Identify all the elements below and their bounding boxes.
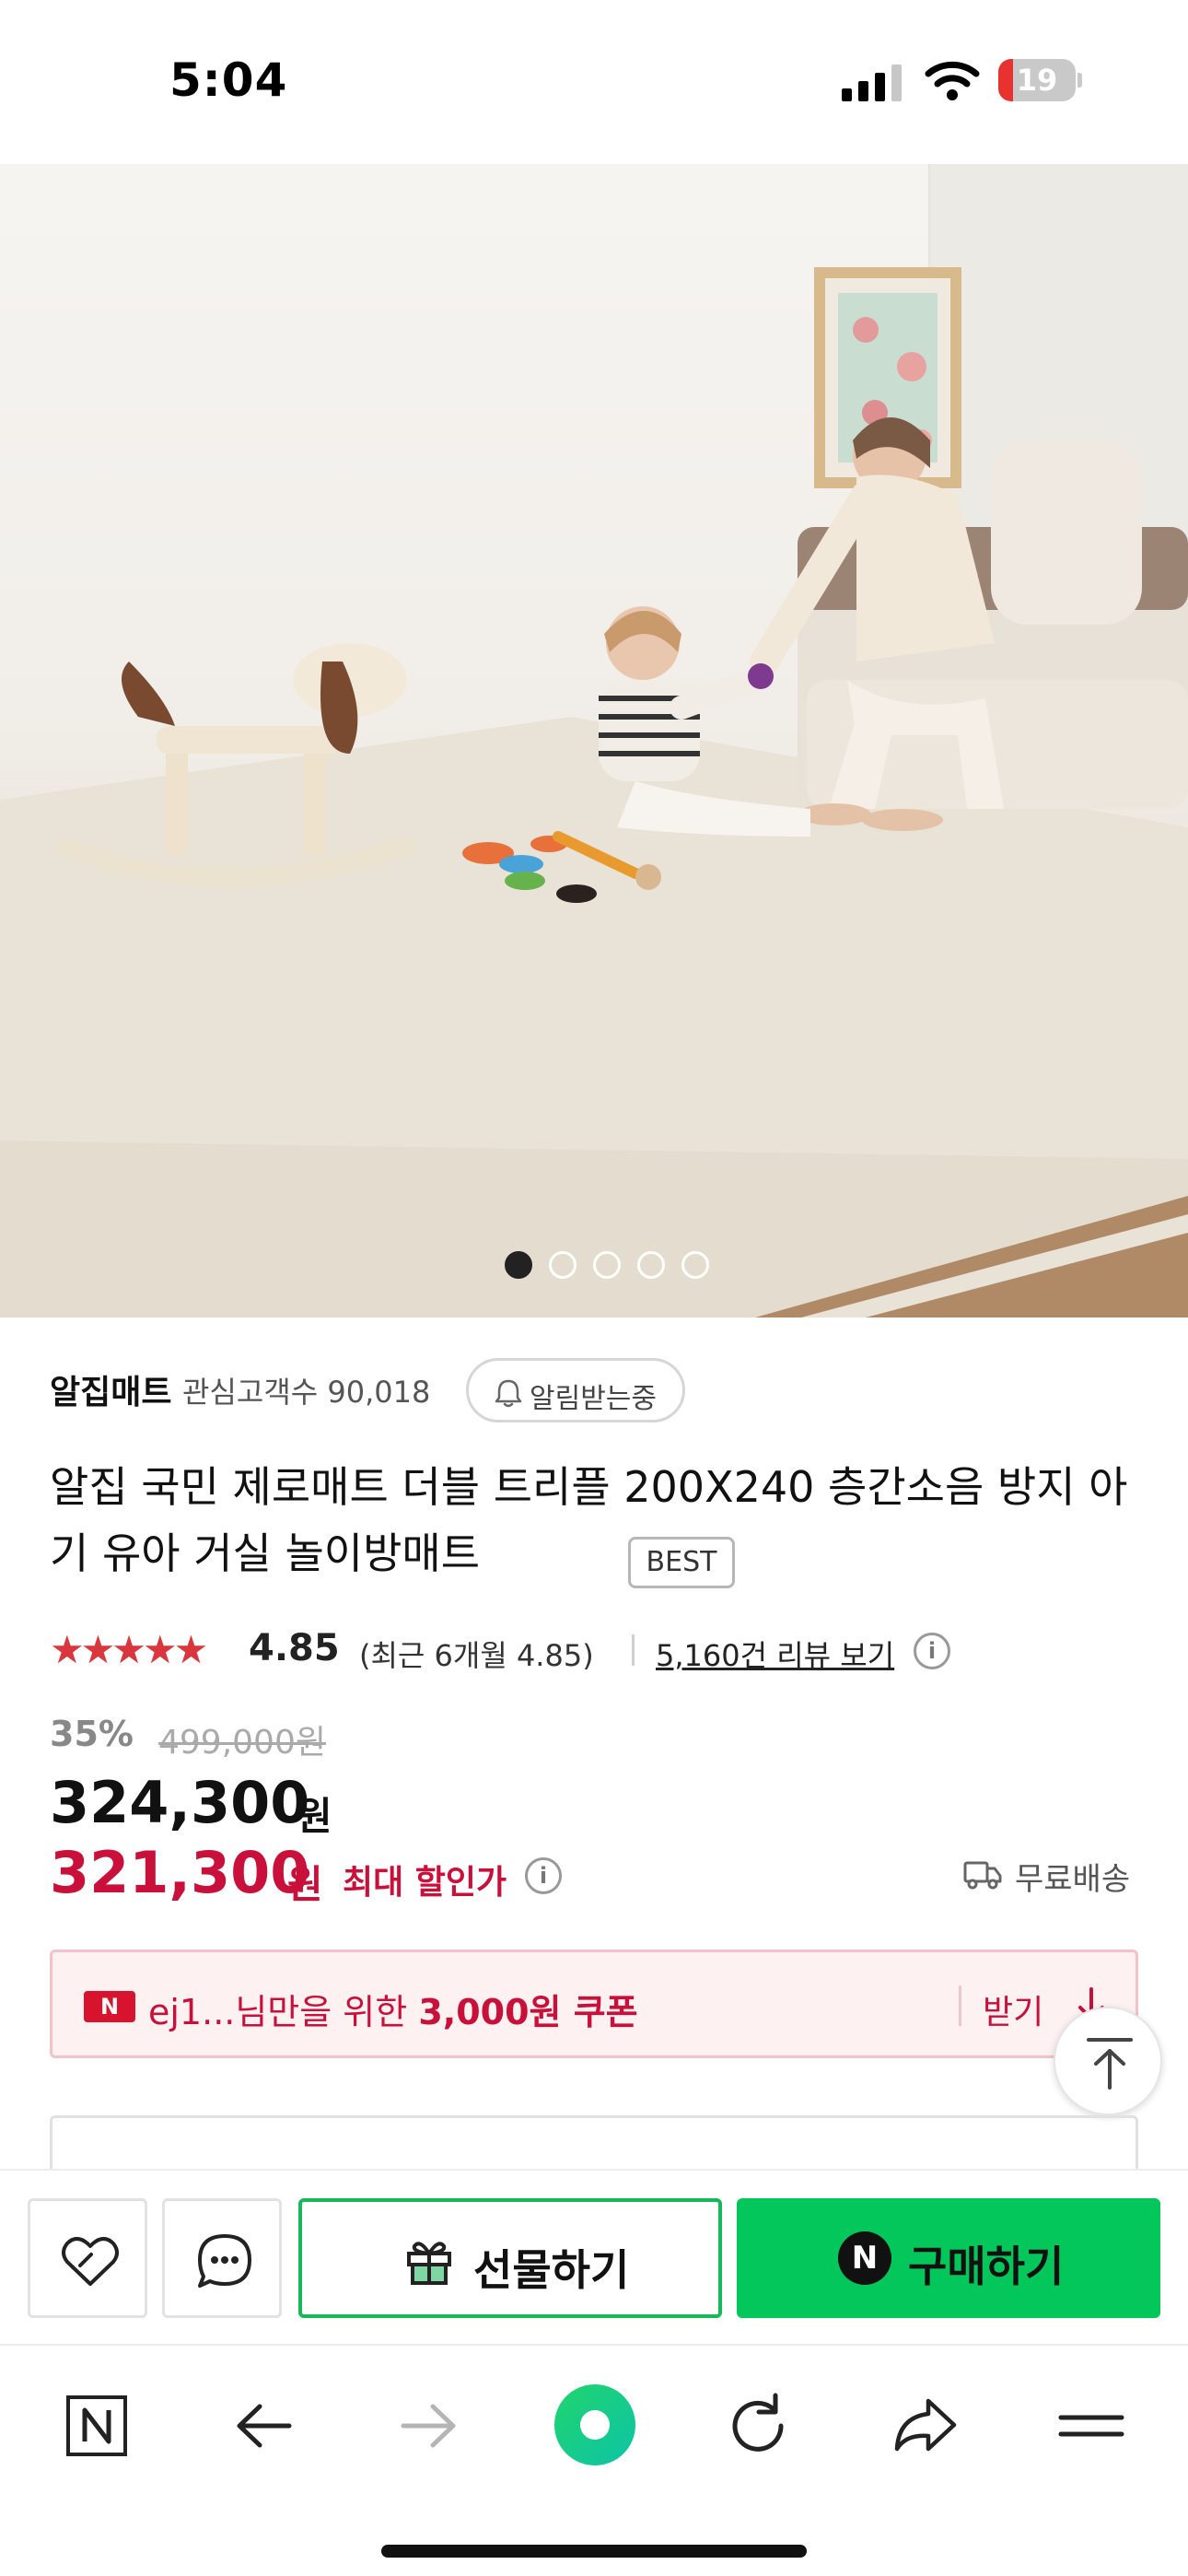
coupon-divider xyxy=(959,1985,961,2026)
gallery-dot[interactable] xyxy=(637,1251,665,1279)
gallery-dot[interactable] xyxy=(549,1251,577,1279)
gift-box-icon xyxy=(407,2242,451,2285)
max-discount-info-icon[interactable]: i xyxy=(525,1857,562,1894)
coupon-amount: 3,000원 쿠폰 xyxy=(418,1992,638,2032)
coupon-banner[interactable]: N ej1...님만을 위한 3,000원 쿠폰 받기 xyxy=(50,1950,1138,2058)
rating-recent: (최근 6개월 4.85) xyxy=(359,1638,594,1673)
free-shipping-label: 무료배송 xyxy=(1015,1861,1131,1898)
sale-price: 324,300 xyxy=(50,1769,310,1836)
rating-row: ★★★★★ 4.85 (최근 6개월 4.85) 5,160건 리뷰 보기 i xyxy=(50,1623,1155,1675)
product-photo xyxy=(0,164,1188,1317)
green-dot-icon[interactable] xyxy=(551,2381,639,2469)
option-select-box[interactable] xyxy=(50,2115,1138,2171)
share-arrow-icon[interactable] xyxy=(884,2384,967,2467)
max-discount-unit: 원 xyxy=(287,1862,323,1907)
gallery-dot[interactable] xyxy=(505,1251,532,1279)
battery-cap xyxy=(1077,73,1082,88)
review-info-icon[interactable]: i xyxy=(914,1633,950,1669)
purchase-action-bar: 선물하기 N 구매하기 xyxy=(0,2169,1188,2344)
menu-icon[interactable] xyxy=(1050,2384,1133,2467)
rating-divider xyxy=(632,1634,635,1666)
gallery-dot[interactable] xyxy=(681,1251,709,1279)
battery-indicator: 19 xyxy=(998,59,1082,101)
coupon-text-prefix: ej1...님만을 위한 xyxy=(148,1992,419,2032)
battery-icon: 19 xyxy=(998,59,1076,101)
heart-icon xyxy=(62,2237,119,2286)
home-indicator xyxy=(381,2545,807,2558)
original-price: 499,000원 xyxy=(158,1724,326,1762)
store-notify-button[interactable]: 알림받는중 xyxy=(466,1358,685,1423)
npay-n-logo: N xyxy=(838,2231,891,2285)
refresh-icon[interactable] xyxy=(716,2384,799,2467)
gallery-pagination xyxy=(0,1251,1188,1288)
battery-level: 19 xyxy=(1016,63,1058,98)
max-discount-label: 최대 할인가 xyxy=(343,1864,507,1902)
buy-button[interactable]: N 구매하기 xyxy=(737,2198,1160,2318)
gallery-dot[interactable] xyxy=(593,1251,621,1279)
store-name[interactable]: 알집매트 xyxy=(50,1365,171,1413)
best-badge: BEST xyxy=(628,1537,735,1588)
free-shipping: 무료배송 xyxy=(963,1850,1166,1898)
reviews-link[interactable]: 5,160건 리뷰 보기 xyxy=(656,1633,894,1675)
truck-icon xyxy=(963,1861,1002,1890)
rating-stars: ★★★★★ xyxy=(50,1627,208,1672)
scroll-to-top-button[interactable] xyxy=(1054,2007,1162,2115)
buy-button-label: 구매하기 xyxy=(908,2242,1065,2291)
bell-icon xyxy=(495,1379,522,1408)
browser-toolbar xyxy=(0,2344,1188,2576)
forward-arrow-icon[interactable] xyxy=(387,2384,470,2467)
product-title: 알집 국민 제로매트 더블 트리플 200X240 층간소음 방지 아기 유아 … xyxy=(50,1462,1128,1578)
npay-logo: N xyxy=(84,1991,135,2022)
coupon-receive-button[interactable]: 받기 xyxy=(983,1985,1043,2033)
wishlist-button[interactable] xyxy=(28,2198,147,2318)
gift-button[interactable]: 선물하기 xyxy=(298,2198,722,2318)
sale-price-unit: 원 xyxy=(297,1794,332,1839)
back-arrow-icon[interactable] xyxy=(223,2384,306,2467)
chat-bubble-icon xyxy=(198,2234,251,2288)
product-image-gallery[interactable] xyxy=(0,164,1188,1317)
status-bar: 5:04 19 xyxy=(0,0,1188,164)
status-time: 5:04 xyxy=(169,53,288,107)
max-discount-price: 321,300 xyxy=(50,1839,310,1906)
discount-rate: 35% xyxy=(50,1714,134,1754)
wifi-icon xyxy=(925,61,980,100)
arrow-up-icon xyxy=(1087,2038,1133,2090)
store-fan-count: 관심고객수 90,018 xyxy=(182,1375,431,1410)
store-row: 알집매트 관심고객수 90,018 알림받는중 xyxy=(50,1358,1155,1423)
cellular-signal-icon xyxy=(842,64,902,101)
naver-home-icon[interactable] xyxy=(55,2384,138,2467)
store-notify-label: 알림받는중 xyxy=(530,1383,657,1415)
gift-button-label: 선물하기 xyxy=(473,2245,630,2295)
talk-chat-button[interactable] xyxy=(162,2198,282,2318)
rating-value: 4.85 xyxy=(249,1627,340,1669)
coupon-text: ej1...님만을 위한 3,000원 쿠폰 xyxy=(148,1984,638,2034)
